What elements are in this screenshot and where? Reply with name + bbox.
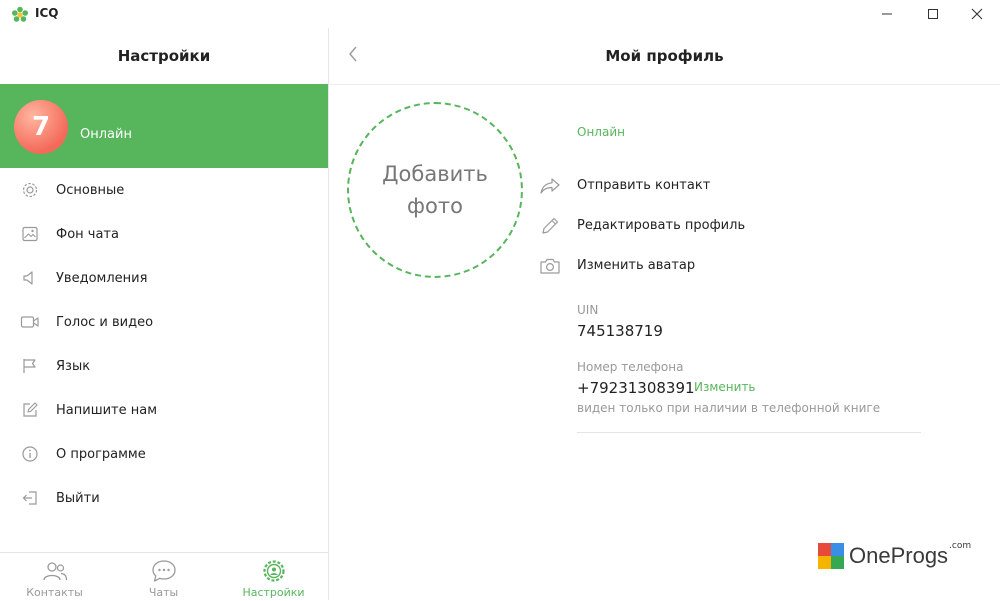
app-title: ICQ <box>35 6 59 20</box>
video-camera-icon <box>20 312 40 332</box>
speaker-icon <box>20 268 40 288</box>
profile-card[interactable]: 7 Онлайн <box>0 84 328 168</box>
uin-value: 745138719 <box>577 322 663 340</box>
chat-bubble-icon <box>151 559 177 583</box>
sidebar-item-label: Выйти <box>56 490 100 506</box>
status-text: Онлайн <box>577 125 625 139</box>
phone-value: +79231308391 <box>577 379 695 397</box>
pencil-icon <box>539 216 561 236</box>
phone-label: Номер телефона <box>577 360 684 374</box>
add-photo-button[interactable]: Добавить фото <box>347 102 523 278</box>
chevron-left-icon <box>348 46 358 66</box>
oneprogs-watermark: OneProgs .com <box>818 541 972 570</box>
logout-icon <box>20 488 40 508</box>
maximize-button[interactable] <box>910 0 956 28</box>
bottom-tab-bar: Контакты Чаты Настройки <box>0 552 328 601</box>
back-button[interactable] <box>343 44 363 68</box>
watermark-suffix: .com <box>949 541 972 551</box>
tab-settings[interactable]: Настройки <box>219 553 328 601</box>
tab-chats[interactable]: Чаты <box>109 553 218 601</box>
sidebar-item-general[interactable]: Основные <box>0 168 328 212</box>
divider <box>577 432 921 433</box>
sidebar-item-label: Напишите нам <box>56 402 158 418</box>
tab-label: Чаты <box>148 586 179 599</box>
tab-contacts[interactable]: Контакты <box>0 553 109 601</box>
share-icon <box>539 176 561 196</box>
profile-header: Мой профиль <box>329 28 1000 85</box>
sidebar-item-notifications[interactable]: Уведомления <box>0 256 328 300</box>
minimize-button[interactable] <box>864 0 910 28</box>
sidebar-title: Настройки <box>117 47 211 65</box>
add-photo-label: Добавить фото <box>382 162 488 218</box>
image-icon <box>20 224 40 244</box>
sidebar-item-label: Фон чата <box>56 226 119 242</box>
info-icon <box>20 444 40 464</box>
sidebar-item-write-us[interactable]: Напишите нам <box>0 388 328 432</box>
profile-status: Онлайн <box>80 127 132 142</box>
gear-icon <box>20 180 40 200</box>
contacts-icon <box>42 559 68 583</box>
flag-icon <box>20 356 40 376</box>
page-title: Мой профиль <box>605 47 724 65</box>
oneprogs-logo-icon <box>818 543 844 569</box>
uin-label: UIN <box>577 303 599 317</box>
edit-profile-button[interactable]: Редактировать профиль <box>539 214 839 238</box>
title-bar: ICQ <box>0 0 1000 28</box>
profile-pane: Мой профиль Добавить фото Онлайн Отправи… <box>329 28 1000 600</box>
sidebar-item-language[interactable]: Язык <box>0 344 328 388</box>
camera-icon <box>539 256 561 276</box>
sidebar-item-voice-video[interactable]: Голос и видео <box>0 300 328 344</box>
sidebar-item-label: Голос и видео <box>56 314 154 330</box>
icq-logo-icon <box>11 6 29 24</box>
tab-label: Настройки <box>242 586 305 599</box>
settings-sidebar: Настройки 7 Онлайн Основные Фон чата Уве… <box>0 28 329 600</box>
change-avatar-button[interactable]: Изменить аватар <box>539 254 839 278</box>
action-label: Редактировать профиль <box>577 218 746 233</box>
sidebar-item-label: О программе <box>56 446 146 462</box>
action-label: Изменить аватар <box>577 258 696 273</box>
action-label: Отправить контакт <box>577 178 711 193</box>
sidebar-item-label: Язык <box>56 358 91 374</box>
phone-note: виден только при наличии в телефонной кн… <box>577 401 881 415</box>
tab-label: Контакты <box>26 586 83 599</box>
sidebar-item-chat-background[interactable]: Фон чата <box>0 212 328 256</box>
change-phone-link[interactable]: Изменить <box>694 380 756 394</box>
watermark-text: OneProgs <box>849 543 949 568</box>
sidebar-item-about[interactable]: О программе <box>0 432 328 476</box>
avatar[interactable]: 7 <box>14 100 68 154</box>
sidebar-item-logout[interactable]: Выйти <box>0 476 328 520</box>
edit-icon <box>20 400 40 420</box>
close-button[interactable] <box>954 0 1000 28</box>
sidebar-item-label: Уведомления <box>56 270 148 286</box>
sidebar-item-label: Основные <box>56 182 125 198</box>
settings-icon <box>261 559 287 583</box>
send-contact-button[interactable]: Отправить контакт <box>539 174 839 198</box>
